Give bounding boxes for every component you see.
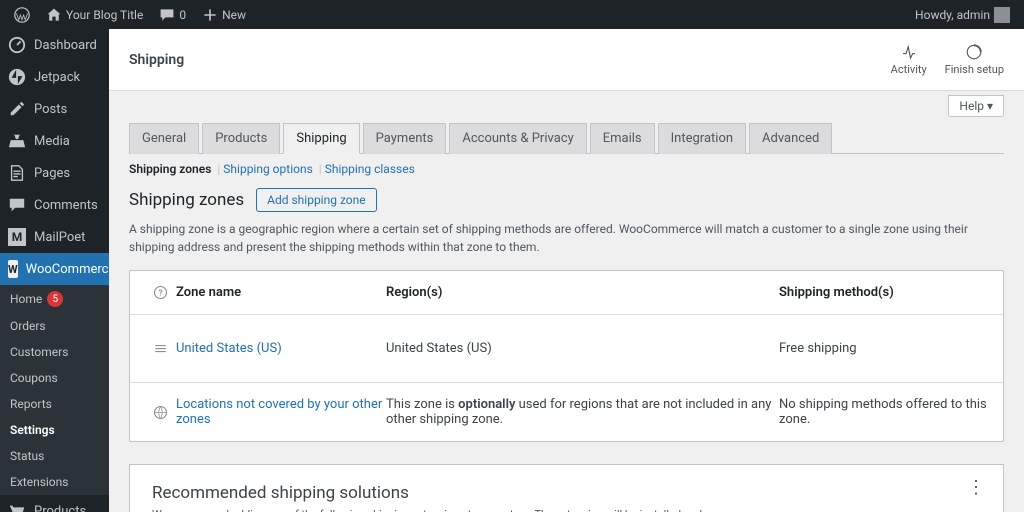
help-tab[interactable]: Help ▾ bbox=[948, 95, 1004, 117]
main-content: Shipping Activity Finish setup Help ▾ Ge… bbox=[109, 29, 1024, 512]
globe-icon bbox=[144, 405, 176, 420]
menu-posts[interactable]: Posts bbox=[0, 93, 109, 125]
woocommerce-submenu: Home5 Orders Customers Coupons Reports S… bbox=[0, 285, 109, 495]
section-description: A shipping zone is a geographic region w… bbox=[129, 220, 1004, 256]
menu-jetpack[interactable]: Jetpack bbox=[0, 61, 109, 93]
zone-link-us[interactable]: United States (US) bbox=[176, 341, 282, 356]
subtab-classes[interactable]: Shipping classes bbox=[325, 162, 415, 176]
mailpoet-icon: M bbox=[8, 228, 26, 246]
site-link[interactable]: Your Blog Title bbox=[40, 0, 149, 29]
sub-home[interactable]: Home5 bbox=[0, 285, 109, 313]
sub-orders[interactable]: Orders bbox=[0, 313, 109, 339]
tab-advanced[interactable]: Advanced bbox=[749, 123, 832, 154]
tab-payments[interactable]: Payments bbox=[363, 123, 447, 154]
woo-icon: W bbox=[8, 260, 18, 278]
subtab-zones[interactable]: Shipping zones bbox=[129, 162, 211, 176]
admin-sidebar: Dashboard Jetpack Posts Media Pages Comm… bbox=[0, 29, 109, 512]
avatar bbox=[994, 7, 1010, 23]
help-icon[interactable]: ? bbox=[144, 285, 176, 300]
table-row: Locations not covered by your other zone… bbox=[130, 383, 1003, 441]
recommended-panel: ⋮ Recommended shipping solutions We reco… bbox=[129, 464, 1004, 512]
sub-customers[interactable]: Customers bbox=[0, 339, 109, 365]
tab-general[interactable]: General bbox=[129, 123, 199, 154]
menu-pages[interactable]: Pages bbox=[0, 157, 109, 189]
add-shipping-zone-button[interactable]: Add shipping zone bbox=[256, 188, 377, 212]
menu-comments[interactable]: Comments bbox=[0, 189, 109, 221]
page-header: Shipping Activity Finish setup bbox=[109, 29, 1024, 91]
admin-topbar: Your Blog Title 0 New Howdy, admin bbox=[0, 0, 1024, 29]
activity-button[interactable]: Activity bbox=[891, 43, 927, 76]
comments-link[interactable]: 0 bbox=[153, 0, 192, 29]
menu-mailpoet[interactable]: MMailPoet bbox=[0, 221, 109, 253]
sub-coupons[interactable]: Coupons bbox=[0, 365, 109, 391]
menu-products[interactable]: Products bbox=[0, 495, 109, 512]
tab-products[interactable]: Products bbox=[202, 123, 280, 154]
panel-description: We recommend adding one of the following… bbox=[152, 507, 732, 512]
sub-settings[interactable]: Settings bbox=[0, 417, 109, 443]
zone-link-rest[interactable]: Locations not covered by your other zone… bbox=[176, 397, 382, 427]
tab-emails[interactable]: Emails bbox=[590, 123, 655, 154]
svg-text:?: ? bbox=[158, 289, 162, 299]
table-header: ? Zone name Region(s) Shipping method(s) bbox=[130, 271, 1003, 315]
subtab-options[interactable]: Shipping options bbox=[223, 162, 312, 176]
shipping-subtabs: Shipping zones |Shipping options |Shippi… bbox=[129, 154, 1004, 184]
sub-status[interactable]: Status bbox=[0, 443, 109, 469]
drag-handle-icon[interactable] bbox=[144, 341, 176, 356]
panel-menu-icon[interactable]: ⋮ bbox=[967, 483, 985, 492]
menu-media[interactable]: Media bbox=[0, 125, 109, 157]
zones-table: ? Zone name Region(s) Shipping method(s)… bbox=[129, 270, 1004, 442]
finish-setup-button[interactable]: Finish setup bbox=[945, 43, 1004, 76]
sub-reports[interactable]: Reports bbox=[0, 391, 109, 417]
sub-extensions[interactable]: Extensions bbox=[0, 469, 109, 495]
tab-shipping[interactable]: Shipping bbox=[283, 123, 359, 154]
panel-title: Recommended shipping solutions bbox=[152, 483, 981, 503]
tab-integration[interactable]: Integration bbox=[658, 123, 746, 154]
section-title: Shipping zones bbox=[129, 190, 244, 210]
tab-accounts[interactable]: Accounts & Privacy bbox=[449, 123, 586, 154]
menu-woocommerce[interactable]: WWooCommerce bbox=[0, 253, 109, 285]
wp-logo[interactable] bbox=[8, 0, 36, 29]
settings-tabs: General Products Shipping Payments Accou… bbox=[129, 123, 1004, 154]
howdy-user[interactable]: Howdy, admin bbox=[909, 0, 1016, 29]
home-badge: 5 bbox=[47, 291, 63, 307]
new-link[interactable]: New bbox=[196, 0, 252, 29]
menu-dashboard[interactable]: Dashboard bbox=[0, 29, 109, 61]
page-title: Shipping bbox=[129, 52, 184, 68]
table-row: United States (US) United States (US) Fr… bbox=[130, 315, 1003, 383]
